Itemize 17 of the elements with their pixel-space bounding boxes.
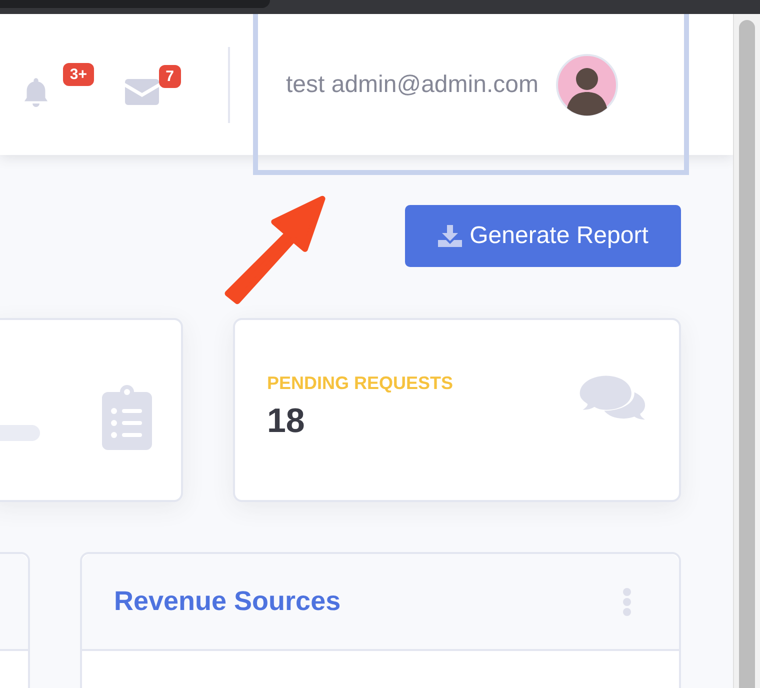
clipboard-icon xyxy=(102,384,152,450)
download-icon xyxy=(438,225,462,247)
card-value: 18 xyxy=(267,402,306,441)
scroll-thumb[interactable] xyxy=(739,20,755,688)
messages-badge: 7 xyxy=(158,64,181,88)
alerts-button[interactable]: 3+ xyxy=(22,62,94,106)
avatar-icon xyxy=(556,54,618,116)
generate-report-button[interactable]: Generate Report xyxy=(405,205,681,267)
messages-button[interactable]: 7 xyxy=(125,64,181,104)
scrollbar[interactable] xyxy=(733,14,760,688)
alerts-badge: 3+ xyxy=(62,62,94,86)
bell-icon xyxy=(22,76,50,106)
card-title: PENDING REQUESTS xyxy=(267,373,454,394)
more-options-icon[interactable] xyxy=(623,588,631,616)
envelope-icon xyxy=(125,78,159,104)
user-menu[interactable]: test admin@admin.com xyxy=(278,14,618,155)
panel-title: Revenue Sources xyxy=(114,586,341,617)
